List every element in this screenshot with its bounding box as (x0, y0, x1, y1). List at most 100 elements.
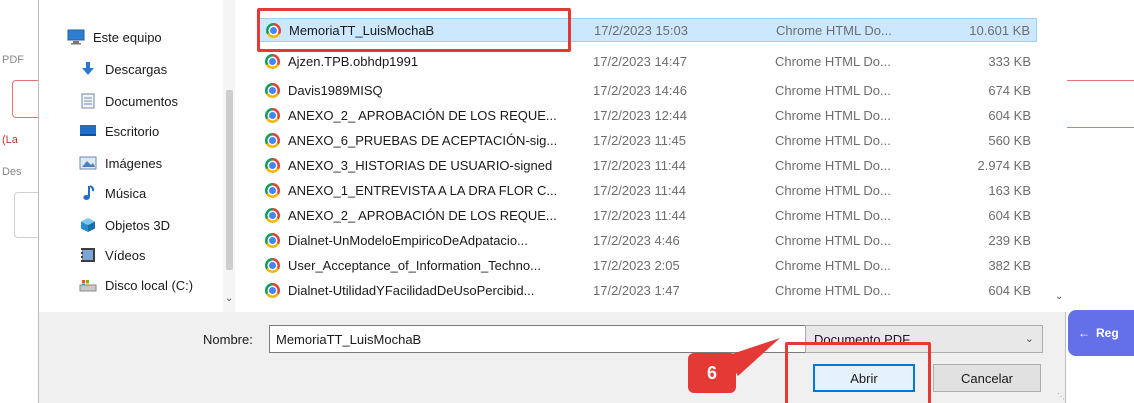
file-date-cell: 17/2/2023 12:44 (593, 107, 687, 123)
file-date-cell: 17/2/2023 1:47 (593, 282, 680, 298)
file-row[interactable]: ANEXO_3_HISTORIAS DE USUARIO-signed 17/2/… (257, 153, 1037, 177)
chrome-icon (265, 157, 280, 173)
download-icon (79, 61, 97, 77)
sidebar-item-este-equipo[interactable]: Este equipo (67, 24, 162, 50)
file-size-cell: 382 KB (988, 257, 1031, 273)
file-list: MemoriaTT_LuisMochaB 17/2/2023 15:03 Chrom… (235, 0, 1051, 312)
chevron-down-icon[interactable]: ⌄ (1055, 291, 1063, 302)
chevron-down-icon: ⌄ (1024, 333, 1034, 345)
objects-3d-icon (79, 217, 97, 233)
file-type-cell: Chrome HTML Do... (775, 53, 891, 69)
file-type-cell: Chrome HTML Do... (776, 22, 892, 38)
file-date-cell: 17/2/2023 14:46 (593, 82, 687, 98)
sidebar-item-documentos[interactable]: Documentos (79, 88, 178, 114)
file-date-cell: 17/2/2023 4:46 (593, 232, 680, 248)
sidebar-item-musica[interactable]: Música (79, 180, 146, 206)
file-row[interactable]: ANEXO_2_ APROBACIÓN DE LOS REQUE... 17/2/… (257, 103, 1037, 127)
chrome-icon (265, 53, 280, 69)
file-type-cell: Chrome HTML Do... (775, 257, 891, 273)
file-size-cell: 674 KB (988, 82, 1031, 98)
resize-grip-icon[interactable]: ⋱ (1057, 392, 1065, 401)
chrome-icon (265, 107, 280, 123)
file-type-select[interactable]: Documento PDF ⌄ (805, 325, 1043, 353)
file-row[interactable]: ANEXO_6_PRUEBAS DE ACEPTACIÓN-sig... 17/2… (257, 128, 1037, 152)
file-row[interactable]: Dialnet-UnModeloEmpiricoDeAdpatacio... 17… (257, 228, 1037, 252)
chrome-icon (265, 182, 280, 198)
file-size-cell: 604 KB (988, 207, 1031, 223)
file-size-cell: 333 KB (988, 53, 1031, 69)
cancel-button[interactable]: Cancelar (933, 364, 1041, 392)
register-button[interactable]: ← Reg (1068, 310, 1134, 356)
right-field[interactable] (1066, 80, 1134, 128)
file-name-label: Nombre: (203, 332, 253, 347)
images-icon (79, 155, 97, 171)
file-date-cell: 17/2/2023 11:45 (593, 132, 687, 148)
file-name-cell: MemoriaTT_LuisMochaB (266, 22, 434, 38)
file-row[interactable]: User_Acceptance_of_Information_Techno...… (257, 253, 1037, 277)
file-name-cell: User_Acceptance_of_Information_Techno... (265, 257, 541, 273)
file-open-dialog: Este equipo Descargas Documentos Escrito… (38, 0, 1067, 403)
file-row[interactable]: ANEXO_1_ENTREVISTA A LA DRA FLOR C... 17/… (257, 178, 1037, 202)
file-type-cell: Chrome HTML Do... (775, 157, 891, 173)
file-row[interactable]: MemoriaTT_LuisMochaB 17/2/2023 15:03 Chrom… (257, 18, 1037, 42)
desktop-icon (79, 123, 97, 139)
file-date-cell: 17/2/2023 11:44 (593, 182, 687, 198)
error-text: (La (2, 134, 18, 146)
description-label: Des (2, 166, 22, 178)
music-icon (79, 185, 97, 201)
sidebar-item-escritorio[interactable]: Escritorio (79, 118, 159, 144)
file-size-cell: 560 KB (988, 132, 1031, 148)
file-name-cell: ANEXO_3_HISTORIAS DE USUARIO-signed (265, 157, 552, 173)
file-row[interactable]: Ajzen.TPB.obhdp1991 17/2/2023 14:47 Chrome… (257, 49, 1037, 73)
file-list-scrollbar[interactable]: ⌄ (1051, 0, 1067, 312)
file-type-cell: Chrome HTML Do... (775, 232, 891, 248)
file-name-cell: Dialnet-UnModeloEmpiricoDeAdpatacio... (265, 232, 528, 248)
file-date-cell: 17/2/2023 11:44 (593, 157, 687, 173)
chrome-icon (266, 22, 281, 38)
file-name-cell: ANEXO_2_ APROBACIÓN DE LOS REQUE... (265, 107, 557, 123)
file-size-cell: 604 KB (988, 282, 1031, 298)
disk-icon (79, 277, 97, 293)
file-name-cell: Dialnet-UtilidadYFacilidadDeUsoPercibid.… (265, 282, 534, 298)
file-type-cell: Chrome HTML Do... (775, 282, 891, 298)
sidebar-scroll-thumb[interactable] (226, 90, 233, 270)
file-size-cell: 239 KB (988, 232, 1031, 248)
file-name-cell: ANEXO_2_ APROBACIÓN DE LOS REQUE... (265, 207, 557, 223)
sidebar-item-videos[interactable]: Vídeos (79, 242, 145, 268)
sidebar-item-imagenes[interactable]: Imágenes (79, 150, 162, 176)
step-badge: 6 (688, 353, 736, 393)
file-size-cell: 10.601 KB (969, 22, 1030, 38)
arrow-left-icon: ← (1078, 326, 1090, 340)
dialog-browse-area: Este equipo Descargas Documentos Escrito… (39, 0, 1067, 312)
file-size-cell: 163 KB (988, 182, 1031, 198)
chevron-down-icon[interactable]: ⌄ (225, 293, 233, 304)
chrome-icon (265, 207, 280, 223)
chrome-icon (265, 257, 280, 273)
file-row[interactable]: ANEXO_2_ APROBACIÓN DE LOS REQUE... 17/2/… (257, 203, 1037, 227)
open-button[interactable]: Abrir (813, 364, 915, 392)
file-row[interactable]: Davis1989MISQ 17/2/2023 14:46 Chrome HTML … (257, 78, 1037, 102)
chrome-icon (265, 82, 280, 98)
file-type-cell: Chrome HTML Do... (775, 82, 891, 98)
pdf-label: PDF (2, 54, 24, 66)
file-name-input[interactable] (269, 325, 825, 353)
sidebar-item-objetos-3d[interactable]: Objetos 3D (79, 212, 170, 238)
file-type-cell: Chrome HTML Do... (775, 207, 891, 223)
chrome-icon (265, 282, 280, 298)
file-row[interactable]: Dialnet-UtilidadYFacilidadDeUsoPercibid.… (257, 278, 1037, 302)
file-size-cell: 2.974 KB (977, 157, 1032, 173)
file-name-cell: ANEXO_1_ENTREVISTA A LA DRA FLOR C... (265, 182, 557, 198)
navigation-pane: Este equipo Descargas Documentos Escrito… (39, 0, 235, 312)
file-type-cell: Chrome HTML Do... (775, 107, 891, 123)
file-type-cell: Chrome HTML Do... (775, 182, 891, 198)
file-date-cell: 17/2/2023 2:05 (593, 257, 680, 273)
sidebar-item-disco-local[interactable]: Disco local (C:) (79, 272, 193, 298)
file-date-cell: 17/2/2023 15:03 (594, 22, 688, 38)
file-size-cell: 604 KB (988, 107, 1031, 123)
file-date-cell: 17/2/2023 11:44 (593, 207, 687, 223)
file-name-cell: Ajzen.TPB.obhdp1991 (265, 53, 418, 69)
background-page-left: PDF (La Des (0, 0, 54, 403)
sidebar-item-descargas[interactable]: Descargas (79, 56, 167, 82)
computer-icon (67, 29, 85, 45)
sidebar-scrollbar[interactable]: ⌄ (223, 0, 235, 312)
